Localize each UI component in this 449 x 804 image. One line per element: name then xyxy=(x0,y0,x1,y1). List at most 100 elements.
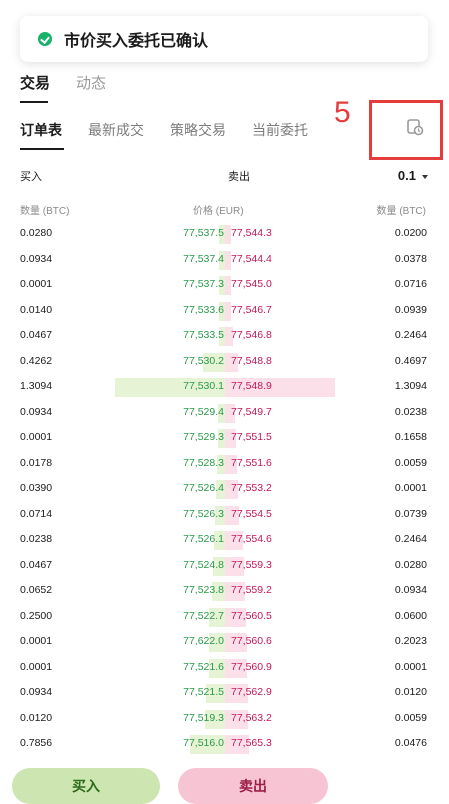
bid-price: 77,516.0 xyxy=(183,737,224,749)
bid-qty: 0.0934 xyxy=(20,405,53,418)
bid-price: 77,521.6 xyxy=(183,660,224,673)
ask-qty: 0.0934 xyxy=(394,584,427,596)
order-book-row[interactable]: 0.0001 77,529.3 77,551.5 0.1658 xyxy=(0,426,449,452)
ask-price: 77,551.6 xyxy=(231,456,272,469)
bid-qty: 0.0120 xyxy=(20,711,53,724)
order-book-row[interactable]: 0.0934 77,529.4 77,549.7 0.0238 xyxy=(0,401,449,427)
ask-qty: 0.0059 xyxy=(394,711,427,724)
bid-price: 77,526.4 xyxy=(183,482,224,494)
ask-qty: 0.0200 xyxy=(394,227,427,239)
precision-dropdown[interactable]: 0.1 xyxy=(398,168,428,183)
bid-qty: 0.7856 xyxy=(20,737,53,749)
order-book-row[interactable]: 0.0001 77,521.6 77,560.9 0.0001 xyxy=(0,656,449,682)
ask-price: 77,546.7 xyxy=(231,303,272,316)
ask-price: 77,554.5 xyxy=(231,507,272,520)
order-book-row[interactable]: 0.0120 77,519.3 77,563.2 0.0059 xyxy=(0,707,449,733)
bid-qty: 0.0280 xyxy=(20,227,53,239)
order-book-row[interactable]: 0.0280 77,537.5 77,544.3 0.0200 xyxy=(0,222,449,248)
ask-price: 77,546.8 xyxy=(231,329,272,341)
ask-qty-header: 数量 (BTC) xyxy=(376,206,426,217)
ask-qty: 0.0238 xyxy=(394,405,427,418)
bid-qty: 0.0178 xyxy=(20,456,53,469)
ask-price: 77,560.6 xyxy=(231,635,272,647)
bid-price: 77,529.4 xyxy=(183,405,224,418)
bid-qty: 0.4262 xyxy=(20,354,53,367)
order-book-row[interactable]: 0.0238 77,526.1 77,554.6 0.2464 xyxy=(0,528,449,554)
bid-qty: 0.0001 xyxy=(20,278,53,290)
toast-message: 市价买入委托已确认 xyxy=(64,33,209,50)
action-bar: 买入 卖出 xyxy=(0,768,449,804)
bid-price: 77,533.6 xyxy=(183,303,224,316)
bid-qty: 0.0934 xyxy=(20,686,53,698)
bid-qty: 0.0652 xyxy=(20,584,53,596)
order-book-row[interactable]: 0.0714 77,526.3 77,554.5 0.0739 xyxy=(0,503,449,529)
order-book-row[interactable]: 0.0001 77,537.3 77,545.0 0.0716 xyxy=(0,273,449,299)
ask-price: 77,560.9 xyxy=(231,660,272,673)
ask-qty: 0.2023 xyxy=(394,635,427,647)
sell-button[interactable]: 卖出 xyxy=(178,768,328,804)
ask-qty: 1.3094 xyxy=(394,380,427,392)
tab-open-orders[interactable]: 当前委托 xyxy=(252,120,308,140)
bid-price: 77,537.4 xyxy=(183,252,224,265)
ask-qty: 0.0939 xyxy=(394,303,427,316)
bid-price: 77,530.2 xyxy=(183,354,224,367)
bid-qty: 0.0714 xyxy=(20,507,53,520)
caret-down-icon xyxy=(422,174,428,179)
ask-price: 77,559.2 xyxy=(231,584,272,596)
order-book-row[interactable]: 0.0390 77,526.4 77,553.2 0.0001 xyxy=(0,477,449,503)
ask-price: 77,551.5 xyxy=(231,431,272,443)
bid-qty: 0.0467 xyxy=(20,329,53,341)
ask-qty: 0.2464 xyxy=(394,329,427,341)
order-book-row[interactable]: 0.0934 77,521.5 77,562.9 0.0120 xyxy=(0,681,449,707)
tab-order-book[interactable]: 订单表 xyxy=(20,120,64,150)
order-book-row[interactable]: 0.0178 77,528.3 77,551.6 0.0059 xyxy=(0,452,449,478)
tab-strategy-trading[interactable]: 策略交易 xyxy=(170,120,226,140)
check-circle-icon xyxy=(38,32,52,46)
ask-qty: 0.0059 xyxy=(394,456,427,469)
ask-qty: 0.0600 xyxy=(394,609,427,622)
ask-qty: 0.0739 xyxy=(394,507,427,520)
ask-qty: 0.0001 xyxy=(394,482,427,494)
order-book-row[interactable]: 0.0001 77,622.0 77,560.6 0.2023 xyxy=(0,630,449,656)
bid-price: 77,529.3 xyxy=(183,431,224,443)
order-book-row[interactable]: 0.0652 77,523.8 77,559.2 0.0934 xyxy=(0,579,449,605)
ask-qty: 0.4697 xyxy=(394,354,427,367)
bid-qty: 0.0001 xyxy=(20,431,53,443)
precision-value: 0.1 xyxy=(397,168,416,183)
ask-price: 77,563.2 xyxy=(231,711,272,724)
order-book-side-row: 买入 卖出 0.1 xyxy=(20,168,428,186)
order-book-row[interactable]: 0.4262 77,530.2 77,548.8 0.4697 xyxy=(0,350,449,376)
bid-price: 77,524.8 xyxy=(183,558,224,571)
bid-qty-header: 数量 (BTC) xyxy=(20,206,70,217)
buy-button[interactable]: 买入 xyxy=(12,768,160,804)
order-history-icon[interactable] xyxy=(406,118,424,136)
tab-feed[interactable]: 动态 xyxy=(76,72,106,93)
annotation-number: 5 xyxy=(334,96,351,129)
tab-trade[interactable]: 交易 xyxy=(20,72,50,103)
ask-qty: 0.1658 xyxy=(394,431,427,443)
bid-price: 77,522.7 xyxy=(183,609,224,622)
order-book-row[interactable]: 0.0467 77,524.8 77,559.3 0.0280 xyxy=(0,554,449,580)
ask-price: 77,548.9 xyxy=(231,380,272,392)
ask-qty: 0.0001 xyxy=(394,660,427,673)
ask-qty: 0.0716 xyxy=(394,278,427,290)
bid-price: 77,519.3 xyxy=(183,711,224,724)
order-book-row[interactable]: 0.0467 77,533.5 77,546.8 0.2464 xyxy=(0,324,449,350)
order-book-row[interactable]: 0.2500 77,522.7 77,560.5 0.0600 xyxy=(0,605,449,631)
bid-price: 77,537.5 xyxy=(183,227,224,239)
order-book-row[interactable]: 0.0140 77,533.6 77,546.7 0.0939 xyxy=(0,299,449,325)
bid-qty: 0.0467 xyxy=(20,558,53,571)
sub-tabs: 订单表 最新成交 策略交易 当前委托 xyxy=(20,120,334,150)
sell-side-label: 卖出 xyxy=(228,171,250,183)
ask-qty: 0.0120 xyxy=(394,686,427,698)
order-book-row[interactable]: 1.3094 77,530.1 77,548.9 1.3094 xyxy=(0,375,449,401)
ask-price: 77,560.5 xyxy=(231,609,272,622)
order-book-row[interactable]: 0.0934 77,537.4 77,544.4 0.0378 xyxy=(0,248,449,274)
top-tabs: 交易 动态 xyxy=(20,72,106,103)
order-book-row[interactable]: 0.7856 77,516.0 77,565.3 0.0476 xyxy=(0,732,449,758)
ask-price: 77,545.0 xyxy=(231,278,272,290)
tab-latest-trades[interactable]: 最新成交 xyxy=(88,120,144,140)
ask-qty: 0.0476 xyxy=(394,737,427,749)
bid-price: 77,537.3 xyxy=(183,278,224,290)
bid-price: 77,528.3 xyxy=(183,456,224,469)
